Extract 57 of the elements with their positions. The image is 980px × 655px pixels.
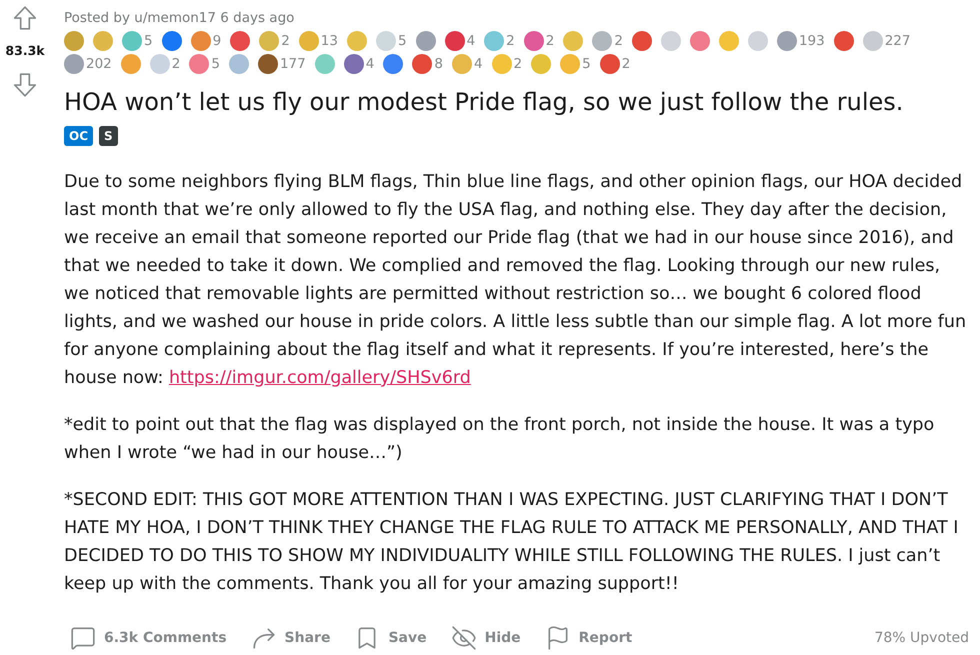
flair-tag: S	[99, 126, 118, 146]
award-icon[interactable]	[524, 30, 544, 50]
award-count: 5	[398, 32, 407, 50]
award-icon[interactable]	[162, 30, 182, 50]
upvote-arrow-icon[interactable]	[12, 5, 38, 31]
award-icon[interactable]	[444, 30, 465, 50]
award-count: 2	[514, 54, 522, 72]
body-paragraph: *SECOND EDIT: THIS GOT MORE ATTENTION THAN I WAS EXPECTING. JUST CLARIFYING THAT I DON’T HATE MY HOA, I DON’T THINK THEY CHANGE THE FLAG RULE TO ATTACK ME PERSONALLY, AND THAT I DECIDED TO DO THIS TO SHOW MY INDIVIDUALITY WHILE STILL FOLLOWING THE RULES. I just can’t keep up with the comments. Thank you all for your amazing support!!	[64, 489, 960, 596]
award-count: 2	[622, 54, 630, 72]
award-count: 202	[86, 54, 112, 72]
award-icon[interactable]	[230, 30, 250, 50]
flair-tag: OC	[64, 126, 94, 146]
award-count: 4	[366, 54, 374, 72]
save-button[interactable]: Save	[348, 622, 433, 654]
gallery-link[interactable]: https://imgur.com/gallery/SHSv6rd	[168, 368, 471, 388]
award-count: 5	[582, 54, 591, 72]
post-title: HOA won’t let us fly our modest Pride flag, so we just follow the rules.	[64, 87, 904, 118]
award-count: 4	[466, 32, 476, 50]
award-count: 4	[474, 54, 483, 72]
upvote-ratio: 78% Upvoted	[874, 628, 969, 648]
award-count: 2	[614, 32, 623, 50]
award-icon[interactable]	[600, 54, 620, 74]
award-count: 2	[172, 54, 180, 72]
award-icon[interactable]	[416, 30, 436, 50]
award-count: 227	[884, 32, 910, 50]
comments-button[interactable]: 6.3k Comments	[64, 622, 233, 654]
downvote-arrow-icon[interactable]	[12, 72, 38, 98]
award-count: 2	[546, 32, 554, 50]
award-icon[interactable]	[64, 54, 84, 74]
award-count: 2	[281, 32, 290, 50]
award-icon[interactable]	[258, 54, 278, 74]
award-icon[interactable]	[383, 54, 404, 74]
award-icon[interactable]	[189, 54, 210, 74]
award-icon[interactable]	[412, 54, 432, 74]
award-count: 13	[320, 32, 338, 50]
body-paragraph: Due to some neighbors flying BLM flags, Thin blue line flags, and other opinion flags, our HOA decided last month that we’re only allowed to fly the USA flag, and nothing else. They day after the decision, we receive an email that someone reported our Pride flag (that we had in our house since 2016), and that we needed to take it down. We complied and removed the flag. Looking through our new rules, we noticed that removable lights are permitted without restriction so… we bought 6 colored flood lights, and we washed our house in pride colors. A little less subtle than our simple flag. A lot more fun for anyone complaining about the flag itself and what it represents. If you’re interested, here’s the house now: https://imgur.com/gallery/SHSv6rd	[64, 171, 968, 390]
award-count: 9	[212, 32, 222, 50]
award-icon[interactable]	[690, 30, 710, 50]
award-count: 5	[144, 32, 153, 50]
vote-score: 83.3k	[5, 43, 45, 59]
eye-slash-icon	[450, 625, 477, 651]
award-count: 5	[211, 54, 220, 72]
report-button[interactable]: Report	[538, 622, 638, 654]
share-button[interactable]: Share	[244, 622, 336, 654]
post-byline: Posted by u/memon17 6 days ago	[64, 10, 294, 26]
award-count: 2	[506, 32, 515, 50]
award-icon[interactable]	[344, 54, 364, 74]
award-count: 8	[434, 54, 443, 72]
award-icon[interactable]	[190, 30, 211, 50]
body-paragraph: *edit to point out that the flag was displayed on the front porch, not inside the house. It was a typo when I wrote “we had in our house…”)	[64, 414, 936, 465]
hide-button[interactable]: Hide	[444, 622, 527, 654]
award-icon[interactable]	[834, 30, 854, 50]
award-count: 177	[280, 54, 306, 72]
award-count: 193	[798, 32, 825, 50]
comment-icon	[70, 625, 96, 651]
award-icon[interactable]	[632, 30, 652, 50]
award-icon[interactable]	[776, 30, 797, 50]
